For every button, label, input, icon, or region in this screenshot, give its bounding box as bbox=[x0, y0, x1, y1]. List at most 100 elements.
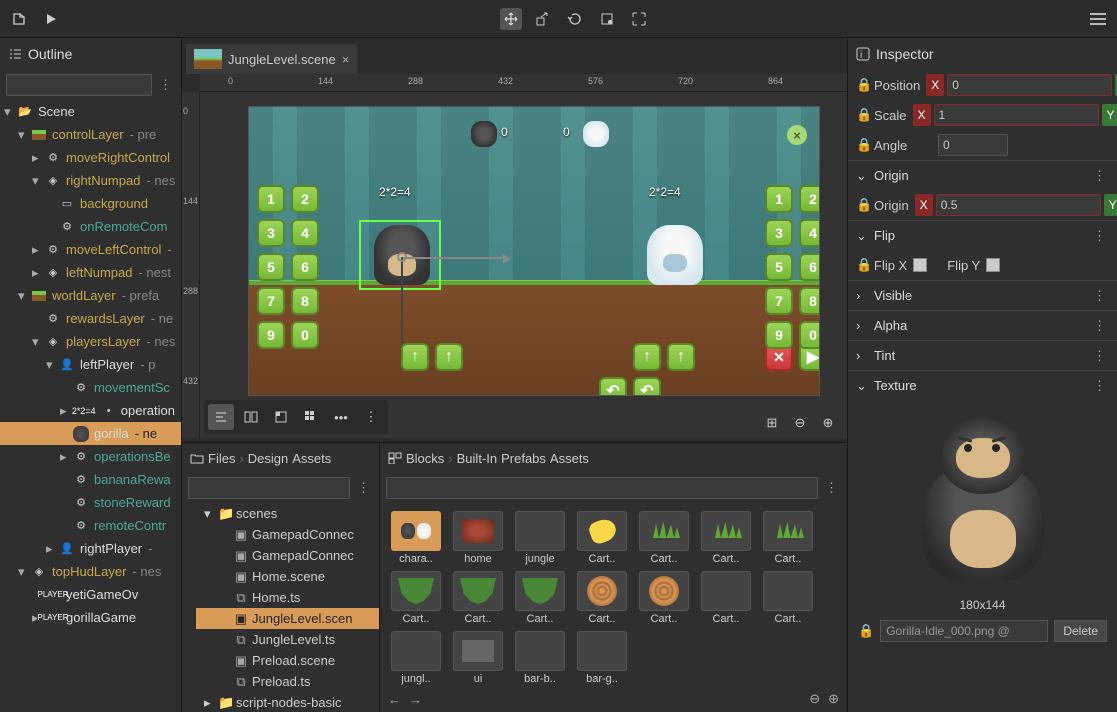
scale-tool-icon[interactable] bbox=[532, 8, 554, 30]
files-title[interactable]: Files bbox=[208, 451, 235, 466]
files-crumb-1[interactable]: Assets bbox=[292, 451, 331, 466]
file-Preload.ts[interactable]: ⧉Preload.ts bbox=[196, 671, 379, 692]
outline-item-rightPlayer[interactable]: ▸👤rightPlayer - bbox=[0, 537, 181, 560]
flip-y-checkbox[interactable] bbox=[986, 258, 1000, 272]
numpad-left-3[interactable]: 3 bbox=[257, 219, 285, 247]
block-Cart..[interactable]: Cart.. bbox=[760, 511, 816, 565]
single-icon[interactable] bbox=[268, 404, 294, 430]
outline-item-playersLayer[interactable]: ▾◈playersLayer - nes bbox=[0, 330, 181, 353]
outline-item-movementSc[interactable]: ⚙movementSc bbox=[0, 376, 181, 399]
scene-canvas[interactable]: × 0 0 2*2=4 2*2=4 ↑ ↑ ↑ ↑ bbox=[200, 92, 847, 438]
outline-item-yetiGameOv[interactable]: PLAYERyetiGameOv bbox=[0, 583, 181, 606]
outline-item-moveLeftControl[interactable]: ▸⚙moveLeftControl - bbox=[0, 238, 181, 261]
numpad-right-0[interactable]: 0 bbox=[799, 321, 820, 349]
block-Cart..[interactable]: Cart.. bbox=[450, 571, 506, 625]
files-search-input[interactable] bbox=[188, 477, 350, 499]
lock-icon[interactable]: 🔒 bbox=[856, 77, 868, 93]
outline-item-bananaRewa[interactable]: ⚙bananaRewa bbox=[0, 468, 181, 491]
numpad-left-0[interactable]: 0 bbox=[291, 321, 319, 349]
delete-button[interactable]: Delete bbox=[1054, 620, 1107, 642]
next-icon[interactable]: → bbox=[409, 692, 422, 707]
outline-item-gorilla[interactable]: gorilla - ne bbox=[0, 422, 181, 445]
block-Cart..[interactable]: Cart.. bbox=[388, 571, 444, 625]
origin-x-input[interactable] bbox=[936, 194, 1101, 216]
block-Cart..[interactable]: Cart.. bbox=[574, 511, 630, 565]
numpad-left-7[interactable]: 7 bbox=[257, 287, 285, 315]
grid-icon[interactable] bbox=[298, 404, 324, 430]
outline-item-background[interactable]: ▭background bbox=[0, 192, 181, 215]
outline-item-topHudLayer[interactable]: ▾◈topHudLayer - nes bbox=[0, 560, 181, 583]
numpad-left-9[interactable]: 9 bbox=[257, 321, 285, 349]
file-JungleLevel.ts[interactable]: ⧉JungleLevel.ts bbox=[196, 629, 379, 650]
section-menu-icon[interactable]: ⋮ bbox=[1090, 348, 1109, 364]
outline-search-input[interactable] bbox=[6, 74, 152, 96]
yeti-sprite[interactable] bbox=[647, 225, 703, 285]
open-file-icon[interactable] bbox=[8, 8, 30, 30]
section-texture[interactable]: ⌄ Texture ⋮ bbox=[848, 370, 1117, 400]
section-menu-icon[interactable]: ⋮ bbox=[1090, 168, 1109, 184]
lock-icon[interactable]: 🔒 bbox=[856, 107, 868, 123]
zoom-in-icon[interactable]: ⊕ bbox=[817, 412, 839, 434]
align-left-icon[interactable] bbox=[208, 404, 234, 430]
numpad-left-5[interactable]: 5 bbox=[257, 253, 285, 281]
section-menu-icon[interactable]: ⋮ bbox=[1090, 228, 1109, 244]
more-icon[interactable]: ••• bbox=[328, 404, 354, 430]
outline-item-gorillaGame[interactable]: ▸PLAYERgorillaGame bbox=[0, 606, 181, 629]
section-menu-icon[interactable]: ⋮ bbox=[1090, 288, 1109, 304]
flip-x-checkbox[interactable] bbox=[913, 258, 927, 272]
gizmo-origin[interactable] bbox=[397, 252, 407, 262]
texture-file-input[interactable] bbox=[880, 620, 1048, 642]
position-x-input[interactable] bbox=[947, 74, 1112, 96]
outline-menu-icon[interactable]: ⋮ bbox=[156, 77, 175, 93]
scene-root[interactable]: ▾📂 Scene bbox=[0, 100, 181, 123]
numpad-right-6[interactable]: 6 bbox=[799, 253, 820, 281]
numpad-right-2[interactable]: 2 bbox=[799, 185, 820, 213]
block-Cart..[interactable]: Cart.. bbox=[636, 511, 692, 565]
zoom-in-grid-icon[interactable]: ⊕ bbox=[828, 691, 839, 707]
lock-icon[interactable]: 🔒 bbox=[856, 197, 868, 213]
numpad-right-5[interactable]: 5 bbox=[765, 253, 793, 281]
file-GamepadConnec[interactable]: ▣GamepadConnec bbox=[196, 545, 379, 566]
block-Cart..[interactable]: Cart.. bbox=[698, 511, 754, 565]
blocks-menu-icon[interactable]: ⋮ bbox=[822, 480, 841, 496]
outline-item-moveRightControl[interactable]: ▸⚙moveRightControl bbox=[0, 146, 181, 169]
block-Cart..[interactable]: Cart.. bbox=[760, 571, 816, 625]
outline-item-stoneReward[interactable]: ⚙stoneReward bbox=[0, 491, 181, 514]
blocks-title[interactable]: Blocks bbox=[406, 451, 444, 466]
section-visible[interactable]: › Visible ⋮ bbox=[848, 280, 1117, 310]
file-Home.scene[interactable]: ▣Home.scene bbox=[196, 566, 379, 587]
outline-item-worldLayer[interactable]: ▾worldLayer - prefa bbox=[0, 284, 181, 307]
lock-icon[interactable]: 🔒 bbox=[856, 137, 868, 153]
block-jungl..[interactable]: jungl.. bbox=[388, 631, 444, 685]
play-icon[interactable] bbox=[40, 8, 62, 30]
section-menu-icon[interactable]: ⋮ bbox=[1090, 378, 1109, 394]
numpad-right-1[interactable]: 1 bbox=[765, 185, 793, 213]
file-script-nodes-basic[interactable]: ▸📁script-nodes-basic bbox=[196, 692, 379, 712]
section-alpha[interactable]: › Alpha ⋮ bbox=[848, 310, 1117, 340]
rotate-tool-icon[interactable] bbox=[564, 8, 586, 30]
blocks-crumb-2[interactable]: Assets bbox=[550, 451, 589, 466]
block-bar-b..[interactable]: bar-b.. bbox=[512, 631, 568, 685]
gizmo-x-arrow[interactable] bbox=[403, 257, 503, 259]
origin-tool-icon[interactable] bbox=[596, 8, 618, 30]
numpad-right-9[interactable]: 9 bbox=[765, 321, 793, 349]
block-Cart..[interactable]: Cart.. bbox=[574, 571, 630, 625]
numpad-right-3[interactable]: 3 bbox=[765, 219, 793, 247]
numpad-left-2[interactable]: 2 bbox=[291, 185, 319, 213]
blocks-crumb-0[interactable]: Built-In bbox=[457, 451, 497, 466]
outline-item-controlLayer[interactable]: ▾controlLayer - pre bbox=[0, 123, 181, 146]
resize-tool-icon[interactable] bbox=[628, 8, 650, 30]
numpad-right-4[interactable]: 4 bbox=[799, 219, 820, 247]
outline-item-operationsBe[interactable]: ▸⚙operationsBe bbox=[0, 445, 181, 468]
numpad-left-4[interactable]: 4 bbox=[291, 219, 319, 247]
scale-x-input[interactable] bbox=[934, 104, 1099, 126]
file-Home.ts[interactable]: ⧉Home.ts bbox=[196, 587, 379, 608]
blocks-search-input[interactable] bbox=[386, 477, 818, 499]
block-bar-g..[interactable]: bar-g.. bbox=[574, 631, 630, 685]
translate-tool-icon[interactable] bbox=[500, 8, 522, 30]
outline-item-rewardsLayer[interactable]: ⚙rewardsLayer - ne bbox=[0, 307, 181, 330]
files-menu-icon[interactable]: ⋮ bbox=[354, 480, 373, 496]
close-scene-icon[interactable]: × bbox=[787, 125, 807, 145]
file-Preload.scene[interactable]: ▣Preload.scene bbox=[196, 650, 379, 671]
block-jungle[interactable]: jungle bbox=[512, 511, 568, 565]
